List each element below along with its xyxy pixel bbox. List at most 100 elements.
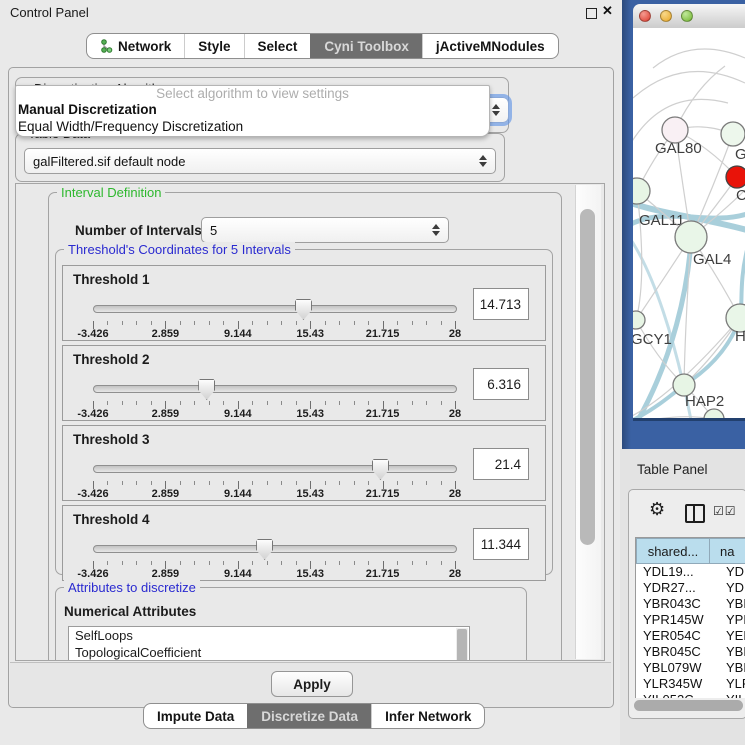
network-window-titlebar[interactable] <box>633 4 745 29</box>
tab-label: Style <box>198 39 230 54</box>
numerical-attributes-list[interactable]: SelfLoopsTopologicalCoefficientBetweenne… <box>68 626 470 661</box>
bottom-tab-bar: Impute DataDiscretize DataInfer Network <box>143 703 485 729</box>
tab-style[interactable]: Style <box>184 34 243 58</box>
slider-tick <box>296 321 297 325</box>
threshold-slider[interactable] <box>93 538 455 558</box>
slider-tick <box>325 321 326 325</box>
table-cell: YDL1 <box>717 564 745 580</box>
table-row[interactable]: YBL079WYBL0 <box>636 660 745 676</box>
table-cell: YIL052C <box>636 692 717 698</box>
minimize-traffic-light-icon[interactable] <box>660 10 672 22</box>
table-cell: YPR145W <box>636 612 717 628</box>
float-window-icon[interactable] <box>586 8 597 19</box>
node-table: shared...na YDL19...YDL1YDR27...YDR2YBR0… <box>635 537 745 698</box>
interval-definition-group: Interval Definition Number of Intervals … <box>48 192 562 661</box>
table-row[interactable]: YER054CYER0 <box>636 628 745 644</box>
network-node-label-gal4: GAL4 <box>693 251 731 268</box>
algorithm-option-equal-width-frequency-discretization[interactable]: Equal Width/Frequency Discretization <box>16 118 489 135</box>
horizontal-scrollbar[interactable] <box>634 700 743 711</box>
tab-select[interactable]: Select <box>244 34 311 58</box>
zoom-traffic-light-icon[interactable] <box>681 10 693 22</box>
attributes-scrollbar-thumb[interactable] <box>457 629 467 661</box>
slider-tick <box>209 321 210 325</box>
table-row[interactable]: YDL19...YDL1 <box>636 564 745 580</box>
tab-impute-data[interactable]: Impute Data <box>144 704 247 728</box>
table-data-combobox[interactable]: galFiltered.sif default node <box>24 148 496 174</box>
threshold-value-field[interactable]: 14.713 <box>473 288 529 320</box>
slider-tick <box>136 561 137 565</box>
slider-track[interactable] <box>93 385 457 393</box>
column-header-na[interactable]: na <box>710 538 745 564</box>
split-columns-icon[interactable] <box>685 504 705 523</box>
table-row[interactable]: YLR345WYLR3 <box>636 676 745 692</box>
threshold-slider[interactable] <box>93 378 455 398</box>
slider-tick <box>122 321 123 325</box>
slider-tick <box>325 561 326 565</box>
network-node-gal-clipped[interactable] <box>721 122 745 146</box>
slider-tick <box>339 321 340 325</box>
tab-discretize-data[interactable]: Discretize Data <box>247 704 371 728</box>
network-node-red-node[interactable] <box>726 166 745 188</box>
screenshot-root: Control Panel ✕ NetworkStyleSelectCyni T… <box>0 0 745 745</box>
network-view-window: GAL80GACGAL11GAL4GCY1HHAP2 <box>622 0 745 449</box>
tab-cyni-toolbox[interactable]: Cyni Toolbox <box>310 34 422 58</box>
tab-network[interactable]: Network <box>87 34 184 58</box>
attribute-item-topologicalcoefficient[interactable]: TopologicalCoefficient <box>69 644 469 661</box>
slider-tick <box>441 401 442 405</box>
tab-label: Cyni Toolbox <box>324 39 409 54</box>
slider-thumb[interactable] <box>198 379 215 400</box>
slider-tick <box>354 561 355 565</box>
network-node-label-gal80: GAL80 <box>655 140 702 157</box>
slider-thumb[interactable] <box>256 539 273 560</box>
attribute-item-selfloops[interactable]: SelfLoops <box>69 627 469 644</box>
slider-tick <box>412 321 413 325</box>
numerical-attributes-label: Numerical Attributes <box>64 604 196 619</box>
table-row[interactable]: YBR045CYBR0 <box>636 644 745 660</box>
table-row[interactable]: YDR27...YDR2 <box>636 580 745 596</box>
network-canvas[interactable]: GAL80GACGAL11GAL4GCY1HHAP2 <box>633 28 745 421</box>
network-icon <box>100 39 113 53</box>
slider-tick-label: 28 <box>449 408 461 420</box>
threshold-value-field[interactable]: 11.344 <box>473 528 529 560</box>
table-row[interactable]: YPR145WYPR1 <box>636 612 745 628</box>
attributes-scrollbar[interactable] <box>456 628 468 661</box>
slider-tick-label: -3.426 <box>77 488 108 500</box>
slider-thumb[interactable] <box>295 299 312 320</box>
slider-tick <box>339 561 340 565</box>
slider-tick <box>194 321 195 325</box>
threshold-slider[interactable] <box>93 458 455 478</box>
slider-track[interactable] <box>93 465 457 473</box>
tab-jactivemnodules[interactable]: jActiveMNodules <box>422 34 558 58</box>
horizontal-scrollbar-thumb[interactable] <box>634 700 743 711</box>
slider-tick <box>209 561 210 565</box>
slider-track[interactable] <box>93 545 457 553</box>
network-node-gcy1[interactable] <box>633 311 645 329</box>
network-node-gal4[interactable] <box>675 221 707 253</box>
slider-thumb[interactable] <box>372 459 389 480</box>
table-cell: YDR27... <box>636 580 717 596</box>
algorithm-popup-items: Manual DiscretizationEqual Width/Frequen… <box>16 101 489 135</box>
column-header-shared[interactable]: shared... <box>636 538 710 564</box>
vertical-scrollbar[interactable] <box>575 185 601 659</box>
threshold-slider[interactable] <box>93 298 455 318</box>
apply-button[interactable]: Apply <box>271 671 353 697</box>
settings-scroll-panel: Interval Definition Number of Intervals … <box>15 183 605 661</box>
table-data-group: Table Data galFiltered.sif default node <box>15 133 505 182</box>
slider-tick <box>180 321 181 325</box>
slider-tick <box>354 321 355 325</box>
checkbox-icons[interactable]: ☑☑ <box>713 504 737 518</box>
table-row[interactable]: YIL052CYIL0 <box>636 692 745 698</box>
threshold-value-field[interactable]: 21.4 <box>473 448 529 480</box>
vertical-scrollbar-thumb[interactable] <box>580 209 595 545</box>
number-of-intervals-combobox[interactable]: 5 <box>201 217 449 243</box>
close-icon[interactable]: ✕ <box>602 3 613 19</box>
tab-infer-network[interactable]: Infer Network <box>371 704 484 728</box>
close-traffic-light-icon[interactable] <box>639 10 651 22</box>
table-row[interactable]: YBR043CYBR0 <box>636 596 745 612</box>
gear-icon[interactable]: ⚙ <box>649 499 665 520</box>
slider-tick <box>223 561 224 565</box>
threshold-value-field[interactable]: 6.316 <box>473 368 529 400</box>
algorithm-option-manual-discretization[interactable]: Manual Discretization <box>16 101 489 118</box>
slider-track[interactable] <box>93 305 457 313</box>
table-cell: YER0 <box>717 628 745 644</box>
